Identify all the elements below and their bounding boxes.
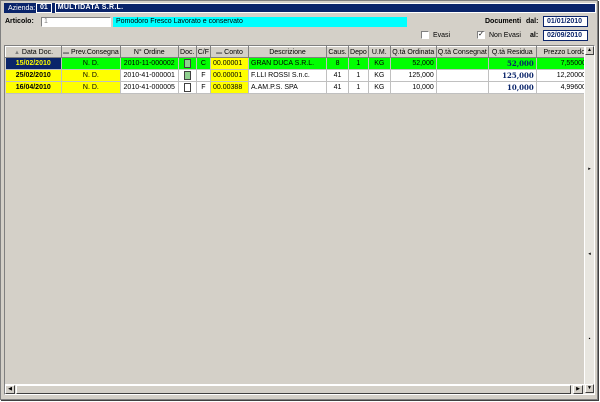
cell-caus: 41 xyxy=(326,81,350,94)
table-row[interactable]: 15/02/2010 N. D. 2010-11-000002 C 00.000… xyxy=(5,57,593,70)
col-header-prev[interactable]: ▬ Prev.Consegna xyxy=(61,46,121,58)
cell-caus: 41 xyxy=(326,69,350,82)
col-header-depo[interactable]: Depo xyxy=(348,46,369,58)
cell-data: 25/02/2010 xyxy=(5,69,62,82)
table-row[interactable]: 25/02/2010 N. D. 2010-41-000001 F 00.000… xyxy=(5,69,593,82)
col-header-residua[interactable]: Q.tà Residua xyxy=(487,46,537,58)
cell-residua: 10,000 xyxy=(488,81,537,94)
cell-ordine: 2010-41-000005 xyxy=(120,81,179,94)
cell-cf: F xyxy=(196,81,212,94)
col-header-data[interactable]: ▲ Data Doc. xyxy=(5,46,62,58)
cell-descr: F.LLI ROSSI S.n.c. xyxy=(248,69,328,82)
cell-caus: 8 xyxy=(326,57,350,70)
non-evasi-checkbox[interactable]: ✓ xyxy=(477,31,485,39)
documenti-label: Documenti xyxy=(485,18,522,25)
cell-doc xyxy=(178,69,197,82)
green-document-icon xyxy=(183,59,191,68)
orders-table: ▲ Data Doc. ▬ Prev.Consegna N° Ordine Doc.… xyxy=(5,46,593,94)
scroll-left-button[interactable]: ◀ xyxy=(5,385,15,394)
azienda-name: MULTIDATA S.R.L. xyxy=(54,3,596,13)
orders-grid[interactable]: ▲ Data Doc. ▬ Prev.Consegna N° Ordine Doc.… xyxy=(4,45,595,395)
cell-depo: 1 xyxy=(348,57,369,70)
scroll-right-button[interactable]: ▶ xyxy=(573,385,583,394)
al-label: al: xyxy=(530,32,539,39)
azienda-bar: Azienda: 01 MULTIDATA S.R.L. xyxy=(4,3,596,13)
cell-ordine: 2010-41-000001 xyxy=(120,69,179,82)
cell-conto: 00.00001 xyxy=(210,69,250,82)
main-window: Azienda: 01 MULTIDATA S.R.L. Articolo: 1… xyxy=(0,0,598,400)
cell-cf: C xyxy=(196,57,212,70)
cell-residua: 125,000 xyxy=(488,69,537,82)
col-header-descrizione[interactable]: Descrizione xyxy=(248,46,328,58)
cell-ordine: 2010-11-000002 xyxy=(120,57,179,70)
header-row: ▲ Data Doc. ▬ Prev.Consegna N° Ordine Doc.… xyxy=(5,46,593,58)
cell-prev: N. D. xyxy=(61,81,121,94)
scroll-mark-icon[interactable]: ▪ xyxy=(587,336,592,342)
col-header-conto[interactable]: ▬ Conto xyxy=(210,46,250,58)
articolo-code-field[interactable]: 1 xyxy=(41,17,111,27)
cell-prev: N. D. xyxy=(61,69,121,82)
articolo-label: Articolo: xyxy=(5,18,34,25)
white-document-icon xyxy=(183,83,191,92)
cell-descr: GRAN DUCA S.R.L. xyxy=(248,57,328,70)
cell-prev: N. D. xyxy=(61,57,121,70)
cell-conto: 00.00001 xyxy=(210,57,250,70)
col-header-cf[interactable]: C/F xyxy=(195,46,212,58)
azienda-code: 01 xyxy=(36,3,52,13)
cell-consegnata xyxy=(436,81,489,94)
cell-cf: F xyxy=(196,69,212,82)
sort-icon: ▬ xyxy=(216,49,223,56)
cell-consegnata xyxy=(436,69,489,82)
green-document-icon xyxy=(183,71,191,80)
col-header-ordinata[interactable]: Q.tà Ordinata xyxy=(389,46,437,58)
cell-ordinata: 125,000 xyxy=(390,69,437,82)
horizontal-scroll-thumb[interactable] xyxy=(16,385,571,394)
cell-doc xyxy=(178,81,197,94)
scroll-page-down-icon[interactable]: ◂ xyxy=(587,251,592,257)
cell-ordinata: 10,000 xyxy=(390,81,437,94)
vertical-scrollbar[interactable]: ▲ ▸ ◂ ▪ ▼ xyxy=(584,46,594,394)
cell-doc xyxy=(178,57,197,70)
sort-icon: ▬ xyxy=(63,49,69,56)
scroll-down-button[interactable]: ▼ xyxy=(585,384,594,393)
azienda-label: Azienda: xyxy=(8,4,36,12)
cell-residua: 52,000 xyxy=(488,57,537,70)
cell-data: 15/02/2010 xyxy=(5,57,62,70)
cell-um: KG xyxy=(368,57,391,70)
cell-data: 16/04/2010 xyxy=(5,81,62,94)
cell-descr: A.AM.P.S. SPA xyxy=(248,81,328,94)
evasi-label: Evasi xyxy=(433,32,451,39)
evasi-checkbox[interactable] xyxy=(421,31,429,39)
cell-um: KG xyxy=(368,81,391,94)
date-from-field[interactable]: 01/01/2010 xyxy=(543,16,588,27)
cell-depo: 1 xyxy=(348,69,369,82)
dal-label: dal: xyxy=(526,18,539,25)
scroll-page-up-icon[interactable]: ▸ xyxy=(587,166,592,172)
cell-depo: 1 xyxy=(348,81,369,94)
date-to-field[interactable]: 02/09/2010 xyxy=(543,30,588,41)
cell-ordinata: 52,000 xyxy=(390,57,437,70)
horizontal-scrollbar[interactable]: ◀ ▶ xyxy=(5,384,585,394)
col-header-doc[interactable]: Doc. xyxy=(177,46,197,58)
cell-um: KG xyxy=(368,69,391,82)
col-header-ordine[interactable]: N° Ordine xyxy=(119,46,179,58)
scroll-up-button[interactable]: ▲ xyxy=(585,46,594,55)
cell-consegnata xyxy=(436,57,489,70)
sort-icon: ▲ xyxy=(13,49,20,56)
col-header-caus[interactable]: Caus. xyxy=(326,46,350,58)
non-evasi-label: Non Evasi xyxy=(489,32,521,39)
articolo-description: Pomodoro Fresco Lavorato e conservato xyxy=(113,17,407,27)
col-header-consegnata[interactable]: Q.tà Consegnat xyxy=(435,46,489,58)
table-row[interactable]: 16/04/2010 N. D. 2010-41-000005 F 00.003… xyxy=(5,81,593,94)
col-header-um[interactable]: U.M. xyxy=(367,46,391,58)
cell-conto: 00.00388 xyxy=(210,81,250,94)
